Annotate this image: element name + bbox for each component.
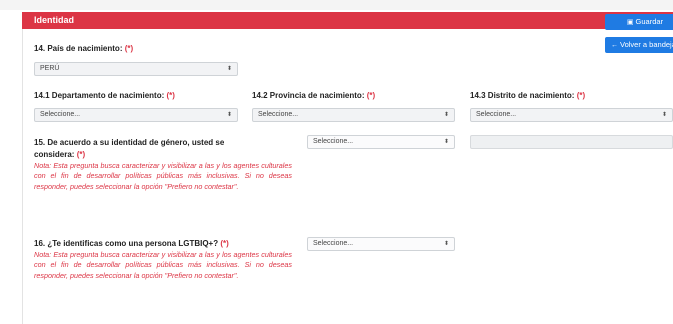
lgtbiq-value: Seleccione... <box>313 240 354 247</box>
required-marker: (*) <box>220 239 229 248</box>
gender-identity-label-line1: 15. De acuerdo a su identidad de género,… <box>34 138 225 147</box>
updown-chevron-icon: ⬍ <box>226 112 232 118</box>
country-of-birth-label: 14. País de nacimiento: (*) <box>34 43 133 54</box>
back-button-label: Volver a bandeja <box>620 40 673 49</box>
arrow-left-icon: ← <box>611 42 618 49</box>
province-select[interactable]: Seleccione... ⬍ <box>252 108 455 122</box>
required-marker: (*) <box>76 150 86 159</box>
floppy-disk-icon: ▣ <box>626 19 634 26</box>
country-of-birth-label-text: 14. País de nacimiento: <box>34 44 123 53</box>
lgtbiq-select[interactable]: Seleccione... ⬍ <box>307 237 455 251</box>
district-select[interactable]: Seleccione... ⬍ <box>470 108 673 122</box>
gender-identity-value: Seleccione... <box>313 138 354 145</box>
department-select[interactable]: Seleccione... ⬍ <box>34 108 238 122</box>
lgtbiq-note: Nota: Esta pregunta busca caracterizar y… <box>34 250 292 280</box>
department-label-text: 14.1 Departamento de nacimiento: <box>34 91 165 100</box>
province-label: 14.2 Provincia de nacimiento: (*) <box>252 90 375 101</box>
top-band <box>0 0 673 10</box>
updown-chevron-icon: ⬍ <box>226 66 232 72</box>
gender-identity-note: Nota: Esta pregunta busca caracterizar y… <box>34 161 292 191</box>
required-marker: (*) <box>124 44 134 53</box>
updown-chevron-icon: ⬍ <box>443 112 449 118</box>
lgtbiq-label: 16. ¿Te identificas como una persona LGT… <box>34 238 229 249</box>
province-label-text: 14.2 Provincia de nacimiento: <box>252 91 365 100</box>
required-marker: (*) <box>366 91 376 100</box>
gender-identity-other-input[interactable] <box>470 135 673 149</box>
province-value: Seleccione... <box>258 111 299 118</box>
country-of-birth-value: PERÚ <box>40 65 60 72</box>
panel-title: Identidad <box>34 15 74 25</box>
department-label: 14.1 Departamento de nacimiento: (*) <box>34 90 175 101</box>
updown-chevron-icon: ⬍ <box>443 139 449 145</box>
back-to-inbox-button[interactable]: ← Volver a bandeja <box>605 37 673 53</box>
required-marker: (*) <box>576 91 586 100</box>
district-label: 14.3 Distrito de nacimiento: (*) <box>470 90 585 101</box>
updown-chevron-icon: ⬍ <box>661 112 667 118</box>
gender-identity-select[interactable]: Seleccione... ⬍ <box>307 135 455 149</box>
save-button-label: Guardar <box>635 17 664 26</box>
country-of-birth-select[interactable]: PERÚ ⬍ <box>34 62 238 76</box>
gender-identity-label-text: considera: <box>34 150 75 159</box>
save-button[interactable]: ▣ Guardar <box>605 14 673 30</box>
panel-header <box>22 12 673 29</box>
district-label-text: 14.3 Distrito de nacimiento: <box>470 91 575 100</box>
updown-chevron-icon: ⬍ <box>443 241 449 247</box>
district-value: Seleccione... <box>476 111 517 118</box>
gender-identity-label-line2: considera: (*) <box>34 149 85 160</box>
department-value: Seleccione... <box>40 111 81 118</box>
lgtbiq-label-text: 16. ¿Te identificas como una persona LGT… <box>34 239 219 248</box>
required-marker: (*) <box>166 91 175 100</box>
